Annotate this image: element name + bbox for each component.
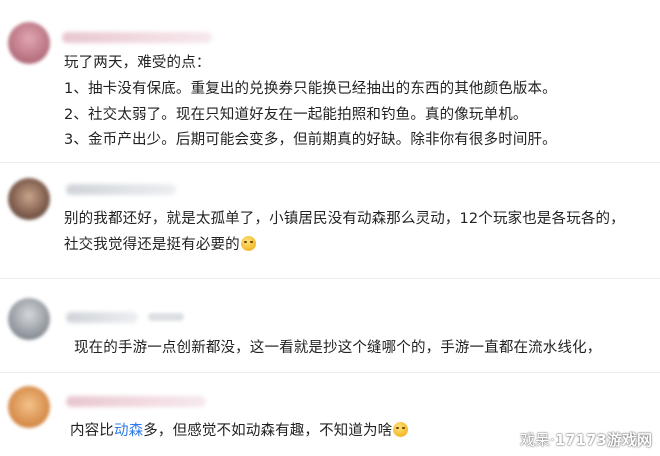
comment-text: 内容比	[70, 423, 114, 439]
avatar[interactable]	[8, 178, 50, 220]
topic-link[interactable]: 动森	[114, 423, 143, 439]
watermark: 戏呆·17173游戏网	[520, 429, 652, 450]
comment-text-line: 2、社交太弱了。现在只知道好友在一起能拍照和钓鱼。真的像玩单机。	[64, 107, 528, 123]
avatar[interactable]	[8, 386, 50, 428]
divider	[0, 372, 660, 373]
comment-text-line: 3、金币产出少。后期可能会变多，但前期真的好缺。除非你有很多时间肝。	[64, 132, 557, 148]
divider	[0, 278, 660, 279]
user-badge-blurred	[148, 313, 184, 321]
divider	[0, 162, 660, 163]
username-blurred[interactable]	[66, 312, 138, 323]
comment-text-line: 社交我觉得还是挺有必要的	[64, 234, 256, 256]
comment-text: 多，但感觉不如动森有趣，不知道为啥	[143, 423, 393, 439]
username-blurred[interactable]	[66, 396, 206, 407]
comment-text-line: 内容比动森多，但感觉不如动森有趣，不知道为啥	[70, 420, 409, 442]
sweat-smile-emoji-icon	[240, 236, 256, 251]
watermark-left: 戏呆·	[520, 431, 555, 449]
username-blurred[interactable]	[66, 184, 176, 195]
comment-text-line: 玩了两天，难受的点：	[64, 55, 211, 71]
avatar[interactable]	[8, 298, 50, 340]
comment-text-line: 现在的手游一点创新都没，这一看就是抄这个缝哪个的，手游一直都在流水线化，	[74, 340, 602, 356]
watermark-brand: 17173游戏网	[554, 431, 652, 449]
comment-text: 社交我觉得还是挺有必要的	[64, 237, 240, 253]
sweat-smile-emoji-icon	[393, 422, 409, 437]
comment-text-line: 1、抽卡没有保底。重复出的兑换券只能换已经抽出的东西的其他颜色版本。	[64, 81, 557, 97]
username-blurred[interactable]	[62, 32, 212, 43]
avatar[interactable]	[8, 22, 50, 64]
comment-text-line: 别的我都还好，就是太孤单了，小镇居民没有动森那么灵动，12个玩家也是各玩各的，	[64, 211, 625, 227]
